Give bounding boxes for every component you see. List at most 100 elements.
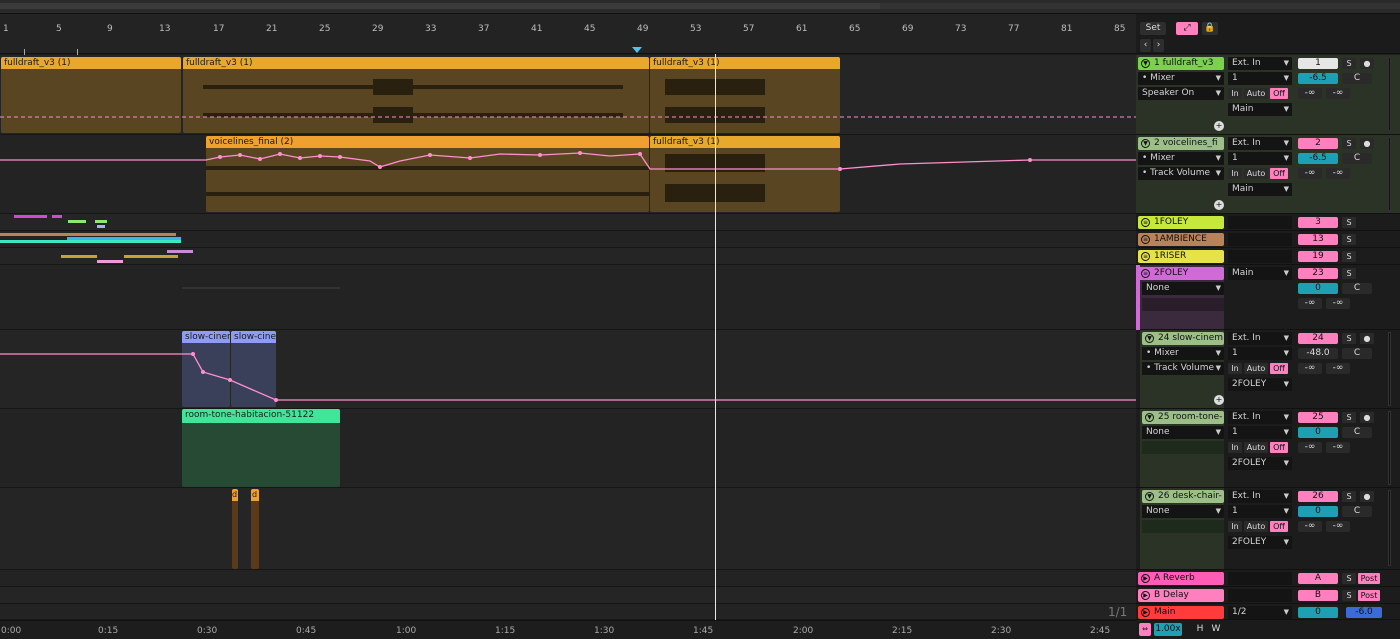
- group-name[interactable]: ≡ 1RISER: [1138, 250, 1224, 263]
- group-icon[interactable]: ≡: [1141, 218, 1150, 227]
- track-lane-a-reverb[interactable]: [0, 570, 1136, 587]
- track-number[interactable]: 23: [1298, 268, 1338, 279]
- send-b[interactable]: -∞: [1326, 168, 1350, 179]
- monitor-auto-button[interactable]: Auto: [1244, 168, 1268, 179]
- sub-dropdown[interactable]: • Track Volume ▼: [1142, 362, 1224, 375]
- height-button[interactable]: H: [1194, 623, 1206, 636]
- send-b[interactable]: -∞: [1326, 88, 1350, 99]
- expand-icon[interactable]: ⤢: [1176, 22, 1198, 35]
- automation-dashed-line[interactable]: [0, 115, 1136, 119]
- track-number[interactable]: 19: [1298, 251, 1338, 262]
- pan-field[interactable]: C: [1342, 153, 1372, 164]
- main-cue-volume[interactable]: 0: [1298, 607, 1338, 618]
- arrangement-overview[interactable]: [0, 0, 1400, 14]
- add-device-icon[interactable]: +: [1214, 200, 1224, 210]
- monitor-off-button[interactable]: Off: [1270, 521, 1288, 532]
- channel-dropdown[interactable]: 1 ▼: [1228, 426, 1292, 439]
- output-field[interactable]: [1228, 233, 1292, 246]
- beat-time-ruler[interactable]: 1 5 9 13 17 21 25 29 33 37 41 45 49 53 5…: [0, 14, 1136, 57]
- group-icon[interactable]: ≡: [1141, 252, 1150, 261]
- overview-visible-region[interactable]: [0, 3, 880, 9]
- send-a[interactable]: -∞: [1298, 168, 1322, 179]
- output-field[interactable]: [1228, 250, 1292, 263]
- monitor-auto-button[interactable]: Auto: [1244, 521, 1268, 532]
- play-icon[interactable]: ▶: [1141, 608, 1150, 617]
- track-name-26[interactable]: ▼ 26 desk-chair-: [1142, 490, 1224, 503]
- input-type-dropdown[interactable]: Ext. In ▼: [1228, 332, 1292, 345]
- track-number[interactable]: 3: [1298, 217, 1338, 228]
- track-number[interactable]: 2: [1298, 138, 1338, 149]
- audio-clip[interactable]: room-tone-habitacion-51122: [182, 409, 340, 487]
- send-b[interactable]: -∞: [1326, 363, 1350, 374]
- volume-automation[interactable]: [0, 135, 1136, 214]
- track-name-2[interactable]: ▼ 2 voicelines_fi: [1138, 137, 1224, 150]
- channel-dropdown[interactable]: 1 ▼: [1228, 152, 1292, 165]
- track-number[interactable]: 26: [1298, 491, 1338, 502]
- width-button[interactable]: W: [1210, 623, 1222, 636]
- play-icon[interactable]: ▶: [1141, 591, 1150, 600]
- input-type-dropdown[interactable]: Ext. In ▼: [1228, 137, 1292, 150]
- monitor-in-button[interactable]: In: [1228, 88, 1242, 99]
- fold-icon[interactable]: ▼: [1141, 59, 1150, 68]
- volume-field[interactable]: -6.5: [1298, 153, 1338, 164]
- device-slot[interactable]: [1142, 520, 1224, 533]
- track-lane-main[interactable]: 1/1: [0, 604, 1136, 620]
- monitor-in-button[interactable]: In: [1228, 442, 1242, 453]
- volume-field[interactable]: -48.0: [1298, 348, 1338, 359]
- return-letter[interactable]: A: [1298, 573, 1338, 584]
- channel-dropdown[interactable]: 1 ▼: [1228, 72, 1292, 85]
- input-channel-dropdown[interactable]: None ▼: [1142, 426, 1224, 439]
- output-dropdown[interactable]: Main ▼: [1228, 267, 1292, 280]
- track-lane-2foley[interactable]: [0, 265, 1136, 330]
- track-name-1[interactable]: ▼ 1 fulldraft_v3: [1138, 57, 1224, 70]
- pan-field[interactable]: C: [1342, 348, 1372, 359]
- monitor-off-button[interactable]: Off: [1270, 168, 1288, 179]
- pan-field[interactable]: C: [1342, 73, 1372, 84]
- return-name[interactable]: ▶ B Delay: [1138, 589, 1224, 602]
- solo-button[interactable]: S: [1342, 573, 1356, 584]
- monitor-in-button[interactable]: In: [1228, 363, 1242, 374]
- audio-clip[interactable]: fulldraft_v3 (1): [650, 57, 840, 133]
- track-lane-24[interactable]: slow-cinem slow-cinem: [0, 330, 1136, 409]
- monitor-in-button[interactable]: In: [1228, 521, 1242, 532]
- output-field[interactable]: [1228, 572, 1292, 585]
- sub-dropdown[interactable]: • Track Volume ▼: [1138, 167, 1224, 180]
- arm-icon[interactable]: ●: [1360, 491, 1374, 502]
- volume-field[interactable]: 0: [1298, 283, 1338, 294]
- zoom-toggle-icon[interactable]: ⇔: [1139, 623, 1151, 636]
- track-lane-1riser[interactable]: [0, 248, 1136, 265]
- pan-field[interactable]: C: [1342, 427, 1372, 438]
- volume-field[interactable]: 0: [1298, 506, 1338, 517]
- solo-button[interactable]: S: [1342, 590, 1356, 601]
- monitor-off-button[interactable]: Off: [1270, 442, 1288, 453]
- audio-clip[interactable]: fulldraft_v3 (1): [183, 57, 649, 133]
- track-lane-26[interactable]: d d: [0, 488, 1136, 570]
- arm-icon[interactable]: ●: [1360, 333, 1374, 344]
- monitor-auto-button[interactable]: Auto: [1244, 442, 1268, 453]
- send-a[interactable]: -∞: [1298, 363, 1322, 374]
- group-icon[interactable]: ≡: [1141, 235, 1150, 244]
- track-name-25[interactable]: ▼ 25 room-tone-: [1142, 411, 1224, 424]
- output-dropdown[interactable]: Main ▼: [1228, 183, 1292, 196]
- monitor-off-button[interactable]: Off: [1270, 88, 1288, 99]
- track-lane-1ambience[interactable]: [0, 231, 1136, 248]
- lock-icon[interactable]: 🔒: [1202, 22, 1218, 35]
- play-icon[interactable]: ▶: [1141, 574, 1150, 583]
- device-slot[interactable]: [1142, 298, 1224, 311]
- track-name-24[interactable]: ▼ 24 slow-cinem: [1142, 332, 1224, 345]
- zoom-level[interactable]: 1.00x: [1154, 623, 1182, 636]
- track-number[interactable]: 1: [1298, 58, 1338, 69]
- track-number[interactable]: 24: [1298, 333, 1338, 344]
- solo-button[interactable]: S: [1342, 412, 1356, 423]
- arrow-left-icon[interactable]: ‹: [1140, 39, 1151, 52]
- arrow-right-icon[interactable]: ›: [1153, 39, 1164, 52]
- fold-icon[interactable]: ▼: [1141, 139, 1150, 148]
- input-channel-dropdown[interactable]: • Mixer ▼: [1138, 152, 1224, 165]
- group-name[interactable]: ≡ 2FOLEY: [1138, 267, 1224, 280]
- track-lane-1[interactable]: fulldraft_v3 (1) fulldraft_v3 (1) fulldr…: [0, 55, 1136, 135]
- audio-clip[interactable]: fulldraft_v3 (1): [1, 57, 181, 133]
- input-channel-dropdown[interactable]: • Mixer ▼: [1142, 347, 1224, 360]
- output-field[interactable]: [1228, 589, 1292, 602]
- monitor-off-button[interactable]: Off: [1270, 363, 1288, 374]
- group-icon[interactable]: ≡: [1141, 269, 1150, 278]
